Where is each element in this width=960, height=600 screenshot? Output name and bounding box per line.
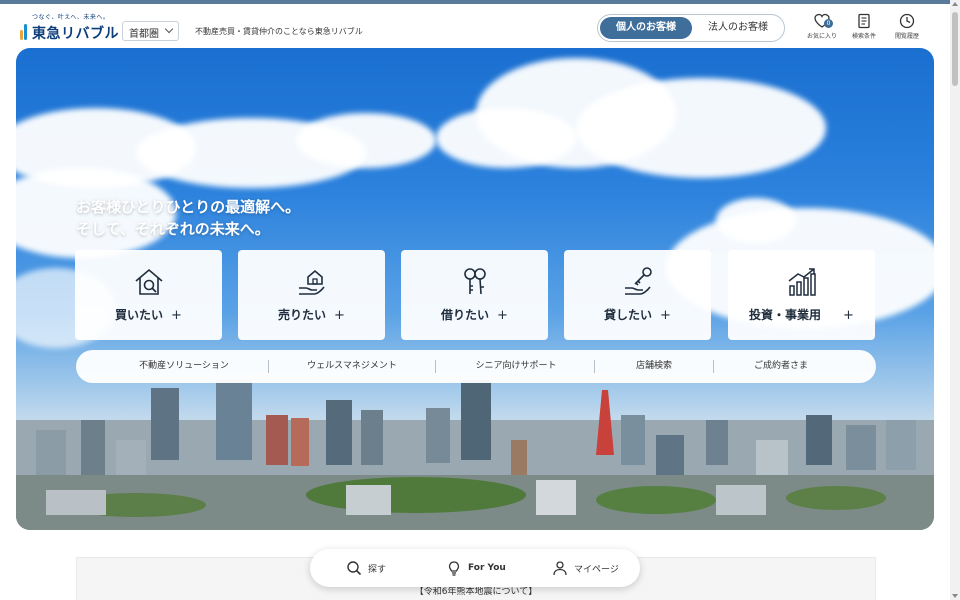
cloud-shape <box>436 108 576 168</box>
cloud-shape <box>716 198 796 243</box>
lightbulb-icon <box>448 561 460 576</box>
for-you-nav-label: For You <box>468 563 506 573</box>
subnav-divider <box>713 360 714 373</box>
service-sell-label: 売りたい <box>278 308 327 322</box>
subnav-divider <box>594 360 595 373</box>
chevron-down-icon <box>164 24 174 34</box>
logo-name: 東急リバブル <box>32 26 119 42</box>
plus-icon: + <box>171 308 182 323</box>
house-search-icon <box>134 268 163 295</box>
search-icon <box>347 561 362 576</box>
audience-toggle: 個人のお客様 法人のお客様 <box>597 14 785 42</box>
hero-subnav: 不動産ソリューション ウェルスマネジメント シニア向けサポート 店舗検索 ご成約… <box>76 350 876 383</box>
hero-tagline-line1: お客様ひとりひとりの最適解へ。 <box>76 198 301 216</box>
clock-icon <box>899 13 915 29</box>
search-conditions-label: 検索条件 <box>851 33 876 40</box>
region-select-value: 首都圏 <box>129 29 159 40</box>
search-conditions-icon <box>858 13 870 29</box>
cloud-shape <box>296 113 436 168</box>
favorites-button[interactable]: 0 お気に入り <box>802 13 842 45</box>
favorites-count-badge: 0 <box>824 19 833 28</box>
audience-individual-button[interactable]: 個人のお客様 <box>600 17 692 39</box>
cloud-shape <box>576 78 826 178</box>
logo-tagline: つなぐ、叶えへ、未来へ。 <box>32 14 110 21</box>
history-label: 閲覧履歴 <box>894 33 919 40</box>
service-card-buy[interactable]: 買いたい + <box>75 250 222 340</box>
bar-chart-icon <box>788 268 816 296</box>
subnav-wealth-link[interactable]: ウェルスマネジメント <box>272 350 432 383</box>
hand-house-icon <box>298 269 325 295</box>
service-invest-label: 投資・事業用 <box>749 308 822 322</box>
site-header: つなぐ、叶えへ、未来へ。 東急リバブル 首都圏 不動産売買・賃貸仲介のことなら東… <box>0 4 950 48</box>
favorites-label: お気に入り <box>806 33 837 40</box>
service-buy-label: 買いたい <box>115 308 164 322</box>
subnav-divider <box>268 360 269 373</box>
header-description: 不動産売買・賃貸仲介のことなら東急リバブル <box>195 27 363 36</box>
scrollbar-thumb[interactable] <box>952 12 958 86</box>
search-conditions-button[interactable]: 検索条件 <box>844 13 884 45</box>
page-scrollbar[interactable] <box>950 0 960 600</box>
hero-tagline-line2: そして、それぞれの未来へ。 <box>76 220 270 238</box>
scroll-up-icon[interactable] <box>952 2 958 6</box>
plus-icon: + <box>334 308 345 323</box>
subnav-divider <box>435 360 436 373</box>
hero-tagline: お客様ひとりひとりの最適解へ。 そして、それぞれの未来へ。 <box>76 196 300 240</box>
search-nav-label: 探す <box>368 564 387 575</box>
plus-icon: + <box>843 308 854 323</box>
history-button[interactable]: 閲覧履歴 <box>887 13 927 45</box>
subnav-store-search-link[interactable]: 店舗検索 <box>596 350 712 383</box>
user-icon <box>553 561 567 576</box>
service-card-sell[interactable]: 売りたい + <box>238 250 385 340</box>
city-skyline-image <box>16 380 934 530</box>
hero-banner: お客様ひとりひとりの最適解へ。 そして、それぞれの未来へ。 買いたい + 売りたい… <box>16 48 934 530</box>
scroll-down-icon[interactable] <box>952 594 958 598</box>
service-rent-label: 借りたい <box>441 308 490 322</box>
hand-key-icon <box>624 267 652 295</box>
plus-icon: + <box>660 308 671 323</box>
subnav-contracted-link[interactable]: ご成約者さま <box>716 350 846 383</box>
service-lend-label: 貸したい <box>604 308 653 322</box>
mypage-nav-label: マイページ <box>574 564 619 575</box>
site-logo[interactable]: つなぐ、叶えへ、未来へ。 東急リバブル <box>20 12 119 44</box>
service-card-lend[interactable]: 貸したい + <box>564 250 711 340</box>
keys-icon <box>463 268 486 295</box>
for-you-nav-button[interactable]: For You <box>446 549 506 587</box>
search-nav-button[interactable]: 探す <box>346 549 386 587</box>
plus-icon: + <box>497 308 508 323</box>
subnav-senior-link[interactable]: シニア向けサポート <box>438 350 594 383</box>
region-select[interactable]: 首都圏 <box>122 21 179 41</box>
service-card-rent[interactable]: 借りたい + <box>401 250 548 340</box>
audience-corporate-button[interactable]: 法人のお客様 <box>694 17 782 39</box>
floating-bottom-nav: 探す For You マイページ <box>310 549 640 587</box>
service-card-invest[interactable]: 投資・事業用 + <box>728 250 875 340</box>
subnav-solutions-link[interactable]: 不動産ソリューション <box>104 350 264 383</box>
logo-mark-icon <box>20 24 30 40</box>
mypage-nav-button[interactable]: マイページ <box>552 549 619 587</box>
